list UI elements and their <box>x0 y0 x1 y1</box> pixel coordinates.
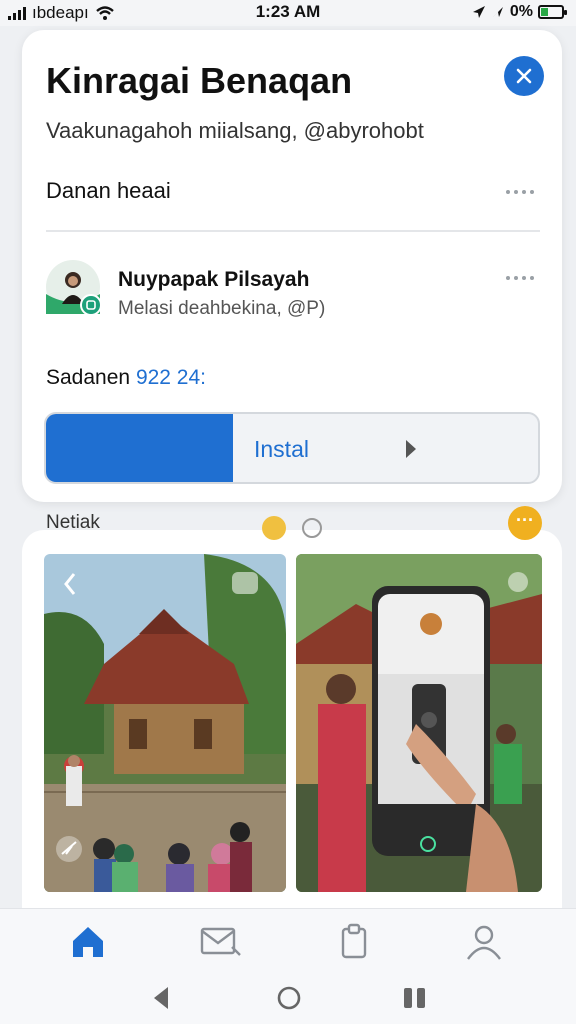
more-options-icon[interactable] <box>506 188 540 196</box>
tab-clipboard[interactable] <box>334 921 378 965</box>
profile-more-icon[interactable] <box>506 274 540 282</box>
chevron-right-icon <box>406 440 416 458</box>
profile-icon <box>467 925 501 960</box>
clipboard-icon <box>341 923 367 959</box>
tab-home[interactable] <box>68 921 112 965</box>
app-subtitle: Vaakunagahoh miialsang, @abyrohobt <box>46 118 424 143</box>
home-icon <box>73 927 103 957</box>
battery-icon <box>538 5 567 19</box>
status-right: 0% <box>472 3 567 21</box>
app-sheet: Kinragai Benaqan Vaakunagahoh miialsang,… <box>22 30 562 502</box>
tab-profile[interactable] <box>464 921 508 965</box>
price-line: Sadanen 922 24: <box>46 366 206 390</box>
install-button[interactable]: Instal <box>44 412 540 484</box>
screenshot-1[interactable] <box>44 554 286 892</box>
emoji-reaction-icon[interactable] <box>262 516 286 540</box>
price-amount: 922 24: <box>135 366 207 389</box>
status-bar: ıbdeapı 1:23 AM 0% <box>0 0 576 26</box>
install-progress-fill <box>46 414 233 482</box>
back-icon[interactable] <box>150 984 172 1012</box>
mail-icon <box>200 927 241 956</box>
divider <box>46 230 540 232</box>
navigation-icon <box>492 7 503 17</box>
close-button[interactable] <box>504 56 544 96</box>
screenshot-2[interactable] <box>296 554 542 892</box>
home-circle-icon[interactable] <box>276 984 302 1012</box>
install-label: Instal <box>254 436 309 462</box>
price-prefix: Sadanen <box>46 366 131 389</box>
profile-handle: Melasi deahbekina, @P) <box>118 298 326 319</box>
profile-name: Nuypapak Pilsayah <box>118 268 310 291</box>
reaction-outline-icon[interactable] <box>302 518 322 538</box>
recents-icon[interactable] <box>402 984 428 1012</box>
screenshot-gallery <box>22 530 562 910</box>
chat-bubble-icon[interactable] <box>508 506 542 540</box>
close-icon <box>516 68 532 84</box>
battery-percent: 0% <box>509 3 533 20</box>
temple-photo <box>44 554 286 892</box>
phone-in-hand-photo <box>296 554 542 892</box>
tab-mail[interactable] <box>198 921 242 965</box>
section-label: Danan heaai <box>46 178 171 203</box>
avatar-image <box>46 260 102 316</box>
location-icon <box>472 6 485 18</box>
avatar[interactable] <box>46 260 106 320</box>
app-title: Kinragai Benaqan <box>46 60 353 101</box>
